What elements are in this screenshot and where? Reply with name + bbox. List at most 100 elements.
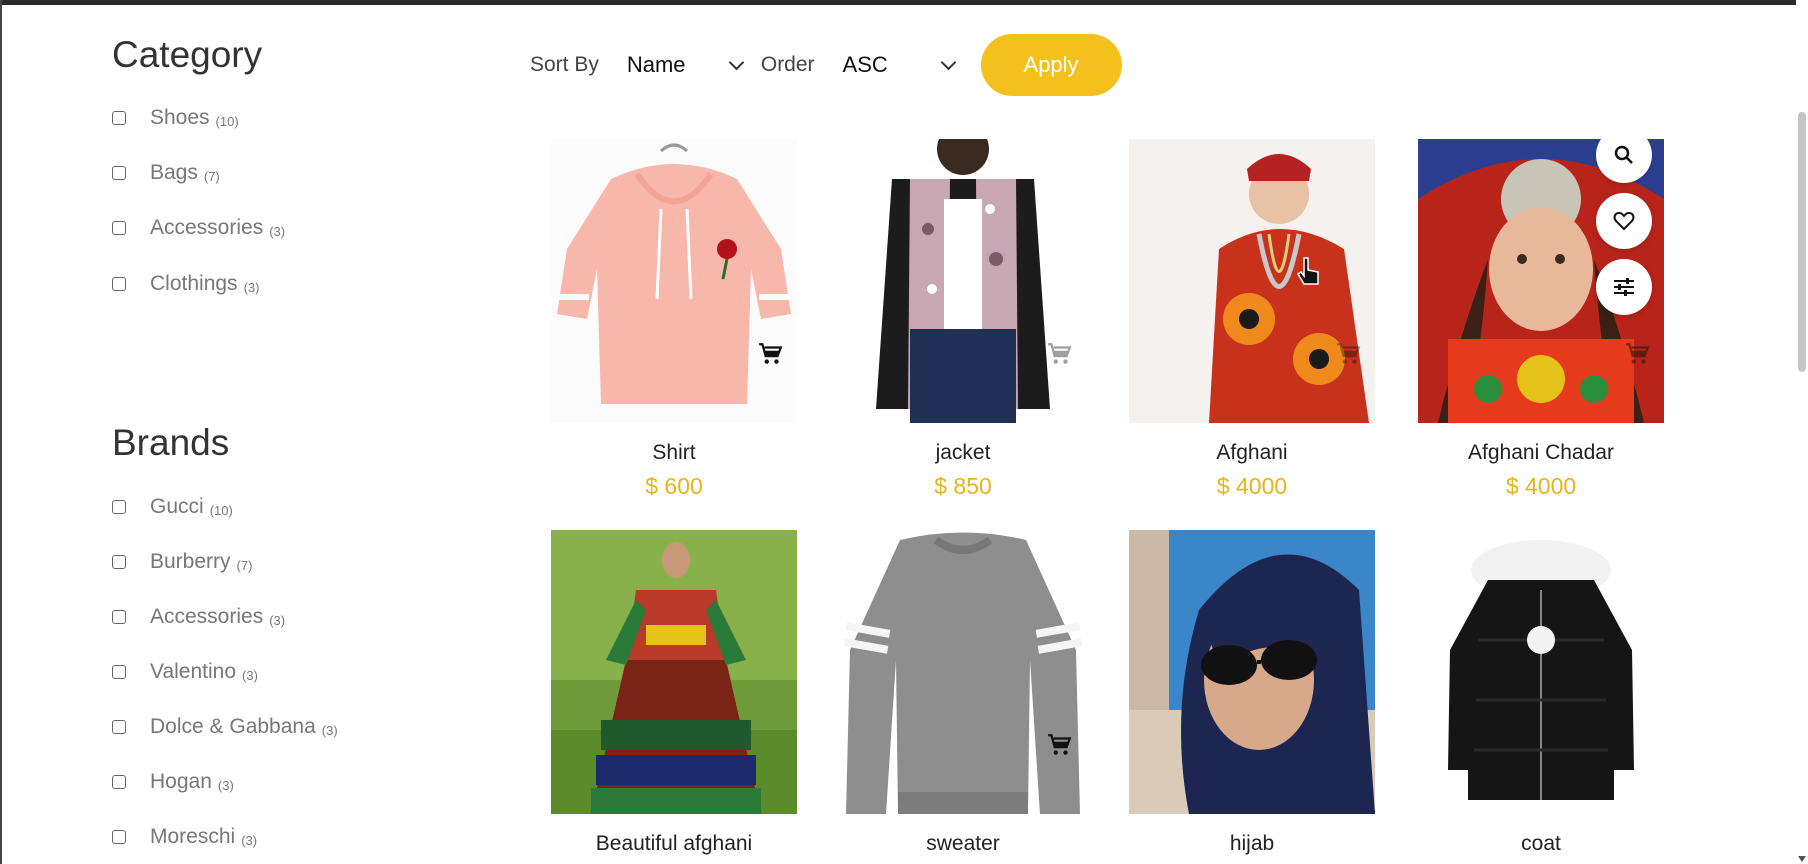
product-card[interactable]: Afghani $ 4000 xyxy=(1129,139,1375,500)
brand-label: Accessories xyxy=(150,605,264,628)
category-count: (10) xyxy=(215,113,239,129)
product-card[interactable]: jacket $ 850 xyxy=(840,139,1086,500)
brand-count: (3) xyxy=(217,777,234,793)
sliders-icon xyxy=(1614,278,1634,296)
product-name[interactable]: sweater xyxy=(840,832,1086,856)
checkbox[interactable] xyxy=(112,720,126,734)
brand-label: Burberry xyxy=(150,550,231,573)
product-price: $ 600 xyxy=(645,473,703,499)
brand-label: Valentino xyxy=(150,660,237,683)
brand-count: (3) xyxy=(321,722,338,738)
order-value: ASC xyxy=(842,52,888,77)
chevron-down-icon xyxy=(728,54,745,71)
brand-count: (7) xyxy=(236,557,253,573)
product-card[interactable]: sweater xyxy=(840,530,1086,856)
scrollbar-thumb[interactable] xyxy=(1798,112,1806,372)
product-name[interactable]: Afghani xyxy=(1129,441,1375,465)
product-card[interactable]: coat xyxy=(1418,530,1664,856)
brand-item-moreschi[interactable]: Moreschi (3) xyxy=(112,823,257,851)
category-label: Bags xyxy=(150,161,198,184)
category-label: Clothings xyxy=(150,272,238,295)
checkbox[interactable] xyxy=(112,221,126,235)
scrollbar[interactable] xyxy=(1796,0,1808,864)
product-name[interactable]: coat xyxy=(1418,832,1664,856)
checkbox[interactable] xyxy=(112,830,126,844)
product-price: $ 850 xyxy=(934,473,992,499)
brand-item-burberry[interactable]: Burberry (7) xyxy=(112,548,252,576)
product-card[interactable]: Shirt $ 600 xyxy=(551,139,797,500)
brand-count: (3) xyxy=(269,612,286,628)
cart-icon[interactable] xyxy=(1046,341,1072,367)
brand-label: Dolce & Gabbana xyxy=(150,715,316,738)
brand-label: Gucci xyxy=(150,495,204,518)
product-image[interactable] xyxy=(840,139,1086,423)
brand-item-gucci[interactable]: Gucci (10) xyxy=(112,493,233,521)
category-count: (3) xyxy=(269,223,286,239)
category-label: Shoes xyxy=(150,106,210,129)
compare-button[interactable] xyxy=(1596,259,1652,315)
product-name[interactable]: jacket xyxy=(840,441,1086,465)
sort-by-select[interactable]: Name xyxy=(627,52,761,78)
product-image[interactable] xyxy=(551,530,797,814)
apply-button[interactable]: Apply xyxy=(980,34,1122,96)
cart-icon[interactable] xyxy=(1335,341,1361,367)
window-top-border xyxy=(0,0,1808,5)
window-left-border xyxy=(0,0,2,864)
checkbox[interactable] xyxy=(112,111,126,125)
heart-icon xyxy=(1613,211,1635,231)
hand-cursor-icon xyxy=(1296,257,1319,285)
product-card[interactable]: Afghani Chadar $ 4000 xyxy=(1418,139,1664,500)
checkbox[interactable] xyxy=(112,277,126,291)
brand-item-dolce-gabbana[interactable]: Dolce & Gabbana (3) xyxy=(112,713,338,741)
checkbox[interactable] xyxy=(112,166,126,180)
brand-count: (10) xyxy=(209,502,233,518)
product-name[interactable]: Beautiful afghani xyxy=(551,832,797,856)
product-price: $ 4000 xyxy=(1505,473,1577,499)
product-image[interactable] xyxy=(551,139,797,423)
order-label: Order xyxy=(760,53,815,76)
checkbox[interactable] xyxy=(112,610,126,624)
wishlist-button[interactable] xyxy=(1596,193,1652,249)
category-count: (7) xyxy=(203,168,220,184)
category-count: (3) xyxy=(243,279,260,295)
order-select[interactable]: ASC xyxy=(843,52,971,78)
product-image[interactable] xyxy=(1418,139,1664,423)
product-name[interactable]: hijab xyxy=(1129,832,1375,856)
cart-icon[interactable] xyxy=(757,341,783,367)
checkbox[interactable] xyxy=(112,500,126,514)
brand-item-accessories[interactable]: Accessories (3) xyxy=(112,603,285,631)
product-card[interactable]: Beautiful afghani xyxy=(551,530,797,856)
product-price: $ 4000 xyxy=(1216,473,1288,499)
product-image[interactable] xyxy=(840,530,1086,814)
checkbox[interactable] xyxy=(112,775,126,789)
brand-label: Moreschi xyxy=(150,825,236,848)
scroll-down-arrow-icon[interactable] xyxy=(1798,856,1806,862)
category-item-shoes[interactable]: Shoes (10) xyxy=(112,104,239,132)
sort-by-label: Sort By xyxy=(530,53,599,76)
brand-count: (3) xyxy=(242,667,258,683)
checkbox[interactable] xyxy=(112,665,126,679)
product-card[interactable]: hijab xyxy=(1129,530,1375,856)
sort-by-value: Name xyxy=(626,52,686,77)
brand-item-valentino[interactable]: Valentino (3) xyxy=(112,658,258,686)
product-name[interactable]: Afghani Chadar xyxy=(1418,441,1664,465)
cart-icon[interactable] xyxy=(1624,341,1650,367)
category-title: Category xyxy=(112,34,263,75)
brand-count: (3) xyxy=(241,832,258,848)
cart-icon[interactable] xyxy=(1046,732,1072,758)
category-item-accessories[interactable]: Accessories (3) xyxy=(112,214,285,242)
brand-label: Hogan xyxy=(150,770,212,793)
product-image[interactable] xyxy=(1129,139,1375,423)
sort-toolbar: Sort By Name Order ASC Apply xyxy=(530,34,1122,96)
product-image[interactable] xyxy=(1129,530,1375,814)
category-label: Accessories xyxy=(150,216,264,239)
product-image[interactable] xyxy=(1418,530,1664,814)
chevron-down-icon xyxy=(940,54,956,71)
product-name[interactable]: Shirt xyxy=(551,441,797,465)
search-icon xyxy=(1614,145,1633,164)
category-item-clothings[interactable]: Clothings (3) xyxy=(112,270,259,298)
checkbox[interactable] xyxy=(112,555,126,569)
category-item-bags[interactable]: Bags (7) xyxy=(112,159,220,187)
brand-item-hogan[interactable]: Hogan (3) xyxy=(112,768,234,796)
brands-title: Brands xyxy=(112,422,230,463)
